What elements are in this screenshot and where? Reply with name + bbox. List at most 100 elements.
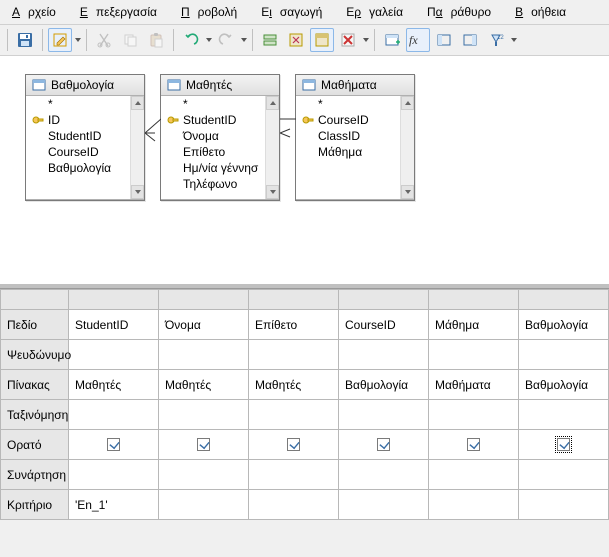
table-mathimata[interactable]: Μαθήματα * CourseID ClassID Μάθημα [295,74,415,201]
redo-dropdown[interactable] [240,28,247,52]
menu-tools[interactable]: Εργαλεία [338,2,419,22]
visible-checkbox[interactable] [197,438,210,451]
scroll-down-icon[interactable] [401,185,414,199]
menu-edit[interactable]: Επεξεργασία [72,2,173,22]
scroll-up-icon[interactable] [131,96,144,110]
scroll-up-icon[interactable] [401,96,414,110]
distinct-values-button[interactable]: 123 [484,28,508,52]
cell-sort[interactable] [519,400,609,430]
cell-visible[interactable] [429,430,519,460]
cell-alias[interactable] [339,340,429,370]
clear-query-button[interactable] [284,28,308,52]
cell-field[interactable]: Όνομα [159,310,249,340]
col-selector[interactable] [249,290,339,310]
cell-field[interactable]: Μάθημα [429,310,519,340]
cell-sort[interactable] [69,400,159,430]
cell-table[interactable]: Μαθητές [249,370,339,400]
distinct-values-dropdown[interactable] [510,28,517,52]
field-epitheto[interactable]: Επίθετο [161,144,279,160]
scroll-down-icon[interactable] [266,185,279,199]
edit-mode-dropdown[interactable] [74,28,81,52]
visible-checkbox[interactable] [557,438,570,451]
cell-criteria[interactable] [519,490,609,520]
field-classid[interactable]: ClassID [296,128,414,144]
cell-sort[interactable] [339,400,429,430]
col-selector[interactable] [429,290,519,310]
cell-table[interactable]: Βαθμολογία [519,370,609,400]
scrollbar[interactable] [265,96,279,199]
col-selector[interactable] [519,290,609,310]
cell-table[interactable]: Μαθητές [69,370,159,400]
cell-function[interactable] [429,460,519,490]
field-courseid[interactable]: CourseID [296,112,414,128]
cell-criteria[interactable] [249,490,339,520]
undo-dropdown[interactable] [205,28,212,52]
scroll-up-icon[interactable] [266,96,279,110]
cell-function[interactable] [339,460,429,490]
cell-table[interactable]: Βαθμολογία [339,370,429,400]
cell-criteria[interactable] [429,490,519,520]
add-table-button[interactable] [380,28,404,52]
col-selector[interactable] [339,290,429,310]
field-list[interactable]: * ID StudentID CourseID Βαθμολογία [26,96,144,200]
functions-button[interactable]: fx [406,28,430,52]
cell-sort[interactable] [249,400,339,430]
paste-button[interactable] [144,28,168,52]
field-star[interactable]: * [161,96,279,112]
redo-button[interactable] [214,28,238,52]
edit-mode-button[interactable] [48,28,72,52]
copy-button[interactable] [118,28,142,52]
scrollbar[interactable] [130,96,144,199]
visible-checkbox[interactable] [377,438,390,451]
cell-function[interactable] [159,460,249,490]
cell-visible[interactable] [249,430,339,460]
menu-file[interactable]: Αρχείο [4,2,72,22]
menu-window[interactable]: Παράθυρο [419,2,507,22]
cell-field[interactable]: StudentID [69,310,159,340]
field-studentid[interactable]: StudentID [26,128,144,144]
cell-function[interactable] [519,460,609,490]
field-mathima[interactable]: Μάθημα [296,144,414,160]
cell-function[interactable] [69,460,159,490]
table-mathites[interactable]: Μαθητές * StudentID Όνομα Επίθετο Ημ/νία… [160,74,280,201]
menu-view[interactable]: Προβολή [173,2,253,22]
cell-alias[interactable] [249,340,339,370]
field-phone[interactable]: Τηλέφωνο [161,176,279,192]
cell-criteria[interactable] [159,490,249,520]
cell-sort[interactable] [159,400,249,430]
delete-dropdown[interactable] [362,28,369,52]
cell-field[interactable]: CourseID [339,310,429,340]
cell-visible[interactable] [339,430,429,460]
scrollbar[interactable] [400,96,414,199]
menu-help[interactable]: Βοήθεια [507,2,582,22]
cell-table[interactable]: Μαθητές [159,370,249,400]
undo-button[interactable] [179,28,203,52]
relationship-pane[interactable]: Βαθμολογία * ID StudentID CourseID Βαθμο… [0,56,609,288]
field-star[interactable]: * [26,96,144,112]
field-list[interactable]: * CourseID ClassID Μάθημα [296,96,414,200]
field-onoma[interactable]: Όνομα [161,128,279,144]
cell-alias[interactable] [69,340,159,370]
cell-visible[interactable] [519,430,609,460]
field-list[interactable]: * StudentID Όνομα Επίθετο Ημ/νία γέννησ … [161,96,279,200]
visible-checkbox[interactable] [287,438,300,451]
field-bathmologia[interactable]: Βαθμολογία [26,160,144,176]
design-view-button[interactable] [310,28,334,52]
field-courseid[interactable]: CourseID [26,144,144,160]
field-dob[interactable]: Ημ/νία γέννησ [161,160,279,176]
cell-criteria[interactable] [339,490,429,520]
scroll-down-icon[interactable] [131,185,144,199]
field-studentid[interactable]: StudentID [161,112,279,128]
cell-table[interactable]: Μαθήματα [429,370,519,400]
cell-visible[interactable] [159,430,249,460]
field-star[interactable]: * [296,96,414,112]
cell-sort[interactable] [429,400,519,430]
field-id[interactable]: ID [26,112,144,128]
cell-function[interactable] [249,460,339,490]
menu-insert[interactable]: Εισαγωγή [253,2,338,22]
cell-field[interactable]: Βαθμολογία [519,310,609,340]
toggle-1-button[interactable] [432,28,456,52]
cell-alias[interactable] [429,340,519,370]
visible-checkbox[interactable] [467,438,480,451]
cell-alias[interactable] [159,340,249,370]
